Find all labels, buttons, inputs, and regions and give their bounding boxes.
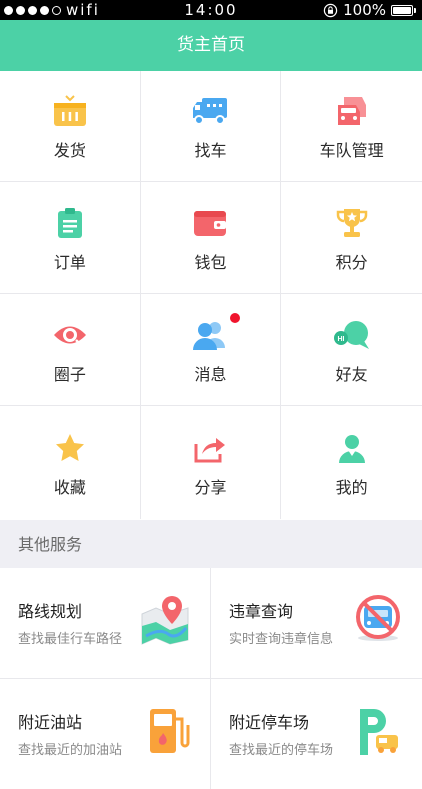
grid-row: 圈子 消息 HI 好友 [0, 294, 422, 406]
nav-bar: 货主首页 [0, 20, 422, 71]
services-row: 路线规划 查找最佳行车路径 违章查询 实时查询违章信息 [0, 568, 422, 679]
service-subtitle: 查找最佳行车路径 [18, 632, 123, 647]
battery-icon [391, 4, 416, 16]
grid-item-label: 车队管理 [319, 141, 384, 160]
grid-item-share[interactable]: 分享 [141, 406, 282, 519]
clipboard-icon [50, 203, 90, 243]
service-title: 附近油站 [18, 713, 83, 732]
grid-item-label: 钱包 [194, 252, 227, 272]
grid-row: 订单 钱包 积分 [0, 182, 422, 294]
status-bar: wifi 14:00 100% [0, 0, 422, 20]
service-nearby-parking[interactable]: 附近停车场 查找最近的停车场 [211, 679, 422, 789]
grid-item-fleet-management[interactable]: 车队管理 [281, 71, 422, 181]
grid-item-ship-goods[interactable]: 发货 [0, 71, 141, 181]
parking-icon [360, 709, 398, 755]
service-violation-query[interactable]: 违章查询 实时查询违章信息 [211, 568, 422, 678]
services-row: 附近油站 查找最近的加油站 附近停车场 查找最近的停车场 [0, 679, 422, 789]
grid-item-points[interactable]: 积分 [281, 182, 422, 293]
service-subtitle: 查找最近的停车场 [229, 743, 334, 758]
grid-item-wallet[interactable]: 钱包 [141, 182, 282, 293]
grid-row: 收藏 分享 我的 [0, 406, 422, 519]
services-grid: 路线规划 查找最佳行车路径 违章查询 实时查询违章信息 附近油站 查找最近的加油… [0, 568, 422, 789]
service-nearby-gas-station[interactable]: 附近油站 查找最近的加油站 [0, 679, 211, 789]
grid-item-label: 发货 [53, 141, 86, 160]
grid-item-label: 分享 [194, 477, 227, 497]
grid-item-mine[interactable]: 我的 [281, 406, 422, 519]
grid-item-favorites[interactable]: 收藏 [0, 406, 141, 519]
no-car-icon [356, 595, 400, 641]
users-icon [190, 315, 230, 355]
service-subtitle: 查找最近的加油站 [18, 743, 123, 758]
wallet-icon [190, 203, 230, 243]
service-title: 违章查询 [229, 602, 294, 621]
grid-item-label: 积分 [335, 252, 368, 272]
page-title: 货主首页 [177, 35, 245, 55]
grid-item-label: 好友 [335, 364, 368, 384]
person-icon [332, 428, 372, 468]
grid-row: 发货 找车 车队管理 [0, 71, 422, 182]
svg-text:HI: HI [337, 336, 344, 343]
grid-item-label: 订单 [53, 252, 86, 272]
eye-circle-icon [50, 315, 90, 355]
grid-item-label: 圈子 [53, 364, 86, 384]
grid-item-label: 我的 [335, 477, 368, 497]
trophy-icon [332, 203, 372, 243]
share-arrow-icon [190, 428, 230, 468]
star-icon [50, 428, 90, 468]
service-title: 附近停车场 [229, 713, 310, 732]
truck-icon [190, 91, 230, 131]
status-right: 100% [323, 0, 416, 20]
battery-percent: 100% [343, 1, 386, 19]
gas-pump-icon [150, 709, 190, 753]
grid-item-messages[interactable]: 消息 [141, 294, 282, 405]
grid-item-label: 找车 [194, 141, 227, 160]
service-route-planning[interactable]: 路线规划 查找最佳行车路径 [0, 568, 211, 678]
route-map-icon [141, 596, 189, 645]
grid-item-circle[interactable]: 圈子 [0, 294, 141, 405]
grid-item-friends[interactable]: HI 好友 [281, 294, 422, 405]
rotation-lock-icon [323, 3, 338, 17]
chat-bubble-icon: HI [332, 315, 372, 355]
fleet-cars-icon [332, 91, 372, 131]
grid-item-label: 消息 [194, 364, 227, 384]
cargo-box-icon [50, 91, 90, 131]
unread-badge [229, 313, 240, 323]
grid-item-orders[interactable]: 订单 [0, 182, 141, 293]
grid-item-label: 收藏 [53, 477, 86, 497]
grid-item-find-truck[interactable]: 找车 [141, 71, 282, 181]
function-grid: 发货 找车 车队管理 订单 钱包 积分 圈子 消息 HI 好友 收藏 分享 我的 [0, 71, 422, 519]
section-header: 其他服务 [0, 520, 422, 568]
service-subtitle: 实时查询违章信息 [229, 632, 334, 647]
service-title: 路线规划 [18, 602, 83, 621]
